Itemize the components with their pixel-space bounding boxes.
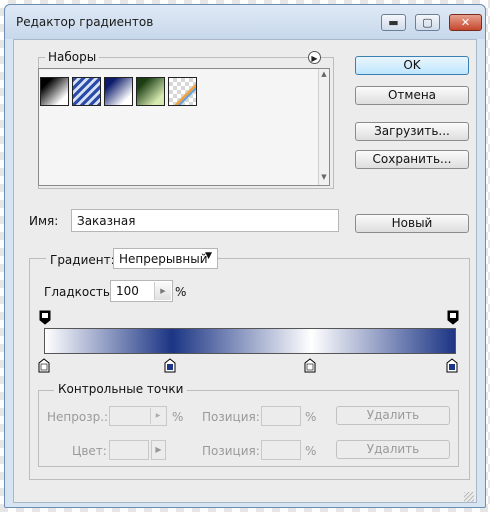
presets-list[interactable]: ▲ ▼ xyxy=(38,68,330,186)
stops-label: Контрольные точки xyxy=(54,382,188,396)
color-stop-2-icon[interactable] xyxy=(164,358,176,373)
position-input-2[interactable] xyxy=(261,440,301,460)
load-button[interactable]: Загрузить... xyxy=(355,122,469,141)
opacity-unit: % xyxy=(172,410,184,424)
title-bar[interactable]: Редактор градиентов ▬ ▢ ✕ xyxy=(5,5,485,39)
color-stop-3-icon[interactable] xyxy=(304,358,316,373)
close-button[interactable]: ✕ xyxy=(449,14,482,31)
delete-color-stop-button[interactable]: Удалить xyxy=(336,440,450,459)
smoothness-input[interactable]: 100 ▶ xyxy=(110,280,173,302)
color-swatch[interactable] xyxy=(109,440,149,460)
ok-button[interactable]: OK xyxy=(355,56,469,75)
maximize-button[interactable]: ▢ xyxy=(415,14,440,31)
chevron-down-icon: ▼ xyxy=(205,251,212,261)
position-label-2: Позиция: xyxy=(202,444,260,458)
position-unit-1: % xyxy=(305,410,317,424)
new-button[interactable]: Новый xyxy=(355,214,469,233)
gradient-editor-window: Редактор градиентов ▬ ▢ ✕ Наборы ▶ ▲ ▼ O… xyxy=(4,4,486,508)
opacity-input[interactable]: ▶ xyxy=(109,406,167,426)
delete-opacity-stop-button[interactable]: Удалить xyxy=(336,406,450,425)
preset-thumb-foreground-to-background[interactable] xyxy=(40,77,69,106)
color-picker-arrow-icon[interactable]: ▶ xyxy=(151,440,166,460)
scroll-up-icon[interactable]: ▲ xyxy=(319,70,329,78)
position-unit-2: % xyxy=(305,444,317,458)
presets-scrollbar[interactable]: ▲ ▼ xyxy=(318,69,329,185)
gradient-preview-bar[interactable] xyxy=(44,328,456,354)
preset-thumb-blue-gradient[interactable] xyxy=(104,77,133,106)
name-input[interactable]: Заказная xyxy=(71,209,339,232)
smoothness-value: 100 xyxy=(116,284,139,298)
cancel-button[interactable]: Отмена xyxy=(355,86,469,105)
gradient-type-label: Градиент: xyxy=(46,253,119,267)
minimize-button[interactable]: ▬ xyxy=(381,14,406,31)
gradient-type-value: Непрерывный xyxy=(119,252,208,266)
preset-thumb-green-gradient[interactable] xyxy=(136,77,165,106)
opacity-label: Непрозр.: xyxy=(47,410,109,424)
name-label: Имя: xyxy=(29,214,59,228)
color-label: Цвет: xyxy=(72,444,107,458)
opacity-stop-right-icon[interactable] xyxy=(447,310,459,325)
dialog-body: Наборы ▶ ▲ ▼ OK Отмена Загрузить... Сохр… xyxy=(13,39,477,503)
opacity-stop-left-icon[interactable] xyxy=(39,310,51,325)
resize-grip-icon[interactable] xyxy=(464,492,474,502)
opacity-stepper-icon[interactable]: ▶ xyxy=(150,408,165,424)
window-title: Редактор градиентов xyxy=(16,15,154,29)
stepper-arrow-icon[interactable]: ▶ xyxy=(154,282,171,300)
smoothness-label: Гладкость: xyxy=(44,285,114,299)
color-stop-1-icon[interactable] xyxy=(38,358,50,373)
preset-thumb-blue-stripes[interactable] xyxy=(72,77,101,106)
presets-menu-arrow-icon[interactable]: ▶ xyxy=(308,51,321,64)
position-input-1[interactable] xyxy=(261,406,301,426)
preset-thumb-transparent-stripes[interactable] xyxy=(168,77,197,106)
position-label-1: Позиция: xyxy=(202,410,260,424)
color-stop-4-icon[interactable] xyxy=(446,358,458,373)
save-button[interactable]: Сохранить... xyxy=(355,150,469,169)
smoothness-unit: % xyxy=(175,285,187,299)
scroll-down-icon[interactable]: ▼ xyxy=(319,173,329,181)
gradient-type-select[interactable]: Непрерывный ▼ xyxy=(113,248,218,269)
presets-label: Наборы xyxy=(45,50,100,64)
